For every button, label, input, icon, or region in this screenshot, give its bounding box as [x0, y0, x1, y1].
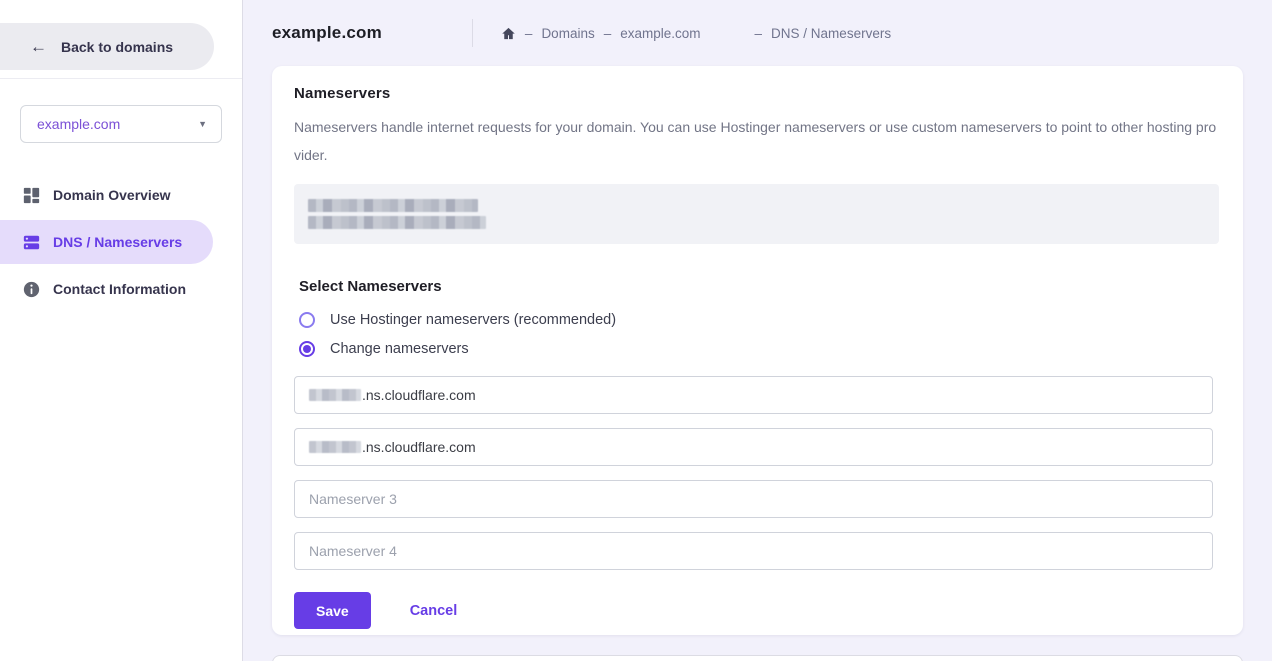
radio-hostinger-nameservers[interactable]: Use Hostinger nameservers (recommended): [299, 312, 1219, 328]
next-card-peek: [272, 655, 1243, 661]
select-nameservers-title: Select Nameservers: [299, 278, 1219, 295]
nameserver-2-value: .ns.cloudflare.com: [362, 439, 476, 455]
arrow-left-icon: ←: [30, 38, 47, 55]
breadcrumb-separator: –: [755, 26, 763, 41]
sidebar-item-label: DNS / Nameservers: [53, 234, 182, 250]
card-description: Nameservers handle internet requests for…: [294, 113, 1219, 169]
sidebar: ← Back to domains example.com ▼ Domain O…: [0, 0, 243, 661]
sidebar-item-label: Domain Overview: [53, 187, 171, 203]
sidebar-item-label: Contact Information: [53, 281, 186, 297]
info-icon: [22, 280, 40, 298]
domain-select-value: example.com: [37, 116, 120, 132]
form-actions: Save Cancel: [294, 592, 1219, 629]
header-divider: [472, 19, 473, 47]
nameserver-inputs: .ns.cloudflare.com .ns.cloudflare.com: [294, 376, 1219, 570]
breadcrumb-item-current: DNS / Nameservers: [771, 26, 891, 41]
nameserver-4-input[interactable]: [294, 532, 1213, 570]
page-header: example.com – Domains – example.com – DN…: [272, 0, 1243, 66]
radio-change-nameservers[interactable]: Change nameservers: [299, 341, 1219, 357]
breadcrumb-item-domains[interactable]: Domains: [541, 26, 594, 41]
nameserver-1-value: .ns.cloudflare.com: [362, 387, 476, 403]
breadcrumb: – Domains – example.com – DNS / Nameserv…: [501, 26, 891, 41]
card-title: Nameservers: [294, 85, 1219, 102]
redacted-nameserver-line: [308, 199, 478, 212]
sidebar-item-dns-nameservers[interactable]: DNS / Nameservers: [0, 220, 213, 264]
nameserver-1-input[interactable]: .ns.cloudflare.com: [294, 376, 1213, 414]
breadcrumb-item-domain[interactable]: example.com: [620, 26, 700, 41]
redacted-nameserver-line: [308, 216, 486, 229]
sidebar-divider: [0, 78, 242, 79]
nameservers-card: Nameservers Nameservers handle internet …: [272, 66, 1243, 635]
nameserver-2-input[interactable]: .ns.cloudflare.com: [294, 428, 1213, 466]
sidebar-item-domain-overview[interactable]: Domain Overview: [0, 173, 243, 217]
cancel-button[interactable]: Cancel: [410, 603, 458, 619]
save-button[interactable]: Save: [294, 592, 371, 629]
servers-icon: [22, 233, 40, 251]
back-to-domains-label: Back to domains: [61, 39, 173, 55]
sidebar-item-contact-information[interactable]: Contact Information: [0, 267, 243, 311]
breadcrumb-separator: –: [525, 26, 533, 41]
dashboard-icon: [22, 186, 40, 204]
main-content: example.com – Domains – example.com – DN…: [243, 0, 1272, 661]
page-title: example.com: [272, 23, 382, 43]
redacted-prefix: [309, 389, 361, 401]
breadcrumb-separator: –: [604, 26, 612, 41]
nameserver-3-input[interactable]: [294, 480, 1213, 518]
radio-icon: [299, 312, 315, 328]
radio-selected-icon: [299, 341, 315, 357]
current-nameservers-box: [294, 184, 1219, 244]
chevron-down-icon: ▼: [198, 119, 207, 129]
nameserver-radio-group: Use Hostinger nameservers (recommended) …: [299, 312, 1219, 357]
domain-select[interactable]: example.com ▼: [20, 105, 222, 143]
home-icon[interactable]: [501, 26, 516, 41]
back-to-domains-button[interactable]: ← Back to domains: [0, 23, 214, 70]
radio-label: Change nameservers: [330, 341, 469, 357]
sidebar-nav: Domain Overview DNS / Nameservers: [0, 173, 242, 311]
radio-label: Use Hostinger nameservers (recommended): [330, 312, 616, 328]
redacted-prefix: [309, 441, 361, 453]
